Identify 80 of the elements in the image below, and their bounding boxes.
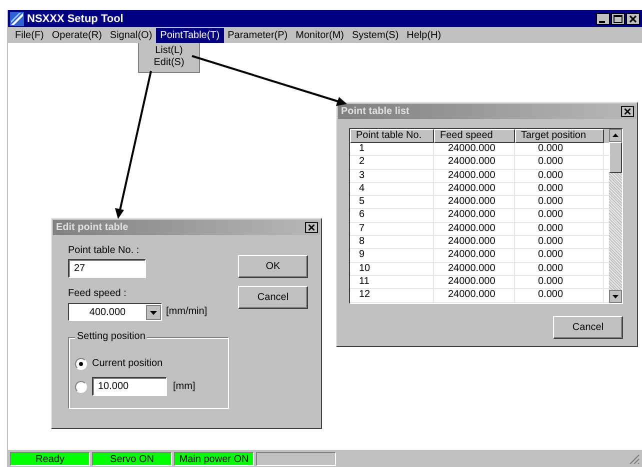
- table-cell: 24000.000: [434, 262, 515, 275]
- table-cell: 0.000: [515, 262, 604, 275]
- position-field[interactable]: 10.000: [92, 377, 167, 396]
- table-cell: 9: [350, 249, 434, 262]
- menu-item[interactable]: Help(H): [402, 28, 446, 42]
- menu-item[interactable]: Monitor(M): [292, 28, 348, 42]
- menu-item[interactable]: File(F): [11, 28, 48, 42]
- close-icon[interactable]: [626, 12, 640, 24]
- status-panel: Servo ON: [92, 452, 172, 466]
- table-cell: 24000.000: [434, 276, 515, 288]
- unit-label: [mm/min]: [166, 306, 208, 318]
- table-cell: 0.000: [515, 222, 604, 236]
- table-cell: 24000.000: [434, 143, 515, 156]
- table-cell: 2: [350, 156, 434, 169]
- app-icon: [10, 12, 24, 26]
- table-cell: 1: [350, 143, 434, 156]
- table-cell: 24000.000: [434, 209, 515, 222]
- ok-button[interactable]: OK: [238, 255, 308, 278]
- table-cell: 24000.000: [434, 289, 515, 302]
- radio-button[interactable]: [75, 380, 87, 392]
- speed-dropdown[interactable]: 400.000: [68, 303, 162, 321]
- option-label: Current position: [92, 358, 163, 369]
- table-cell: 6: [350, 209, 434, 222]
- table-cell: 7: [350, 222, 434, 236]
- table-cell: 0.000: [515, 156, 604, 169]
- table-cell: 0.000: [515, 170, 604, 182]
- column-header[interactable]: Feed speed: [434, 129, 515, 143]
- scrollbar[interactable]: [609, 129, 622, 303]
- cancel-button[interactable]: Cancel: [553, 316, 623, 339]
- table-cell: 0.000: [515, 289, 604, 302]
- field-label: Point table No. :: [68, 245, 140, 257]
- table-cell: 0.000: [515, 143, 604, 156]
- table-cell: 10: [350, 262, 434, 275]
- window-title: NSXXX Setup Tool: [27, 12, 124, 24]
- menu-item[interactable]: Edit(S): [154, 57, 184, 69]
- scroll-thumb[interactable]: [609, 142, 622, 173]
- resize-grip-icon[interactable]: [628, 452, 640, 464]
- table-cell: 24000.000: [434, 222, 515, 236]
- maximize-icon[interactable]: [611, 12, 625, 24]
- column-header[interactable]: Target position: [515, 129, 604, 143]
- column-header[interactable]: Point table No.: [350, 129, 434, 143]
- table-cell: 24000.000: [434, 236, 515, 248]
- table-cell: 4: [350, 182, 434, 196]
- table-cell: 3: [350, 170, 434, 182]
- close-icon[interactable]: [305, 222, 318, 233]
- status-panel: Main power ON: [174, 452, 254, 466]
- menu-item[interactable]: System(S): [348, 28, 403, 42]
- table-cell: 0.000: [515, 182, 604, 196]
- close-icon[interactable]: [621, 106, 634, 117]
- unit-label: [mm]: [173, 380, 196, 392]
- menu-item[interactable]: Signal(O): [106, 28, 156, 42]
- table-cell: 0.000: [515, 249, 604, 262]
- field-label: Feed speed :: [68, 288, 126, 300]
- table-cell: 0.000: [515, 196, 604, 208]
- menu-item[interactable]: List(L): [155, 45, 183, 57]
- table-cell: 11: [350, 276, 434, 288]
- group-title: Setting position: [75, 331, 148, 343]
- dialog-title: Point table list: [341, 106, 410, 117]
- table-cell: 24000.000: [434, 170, 515, 182]
- menu-item[interactable]: Parameter(P): [224, 28, 292, 42]
- menu-item[interactable]: Operate(R): [48, 28, 106, 42]
- table-cell: 5: [350, 196, 434, 208]
- menu-item[interactable]: PointTable(T): [156, 28, 224, 42]
- table-cell: 24000.000: [434, 156, 515, 169]
- dialog-title: Edit point table: [56, 222, 130, 233]
- number-field[interactable]: 27: [68, 259, 146, 278]
- table-cell: 24000.000: [434, 182, 515, 196]
- cancel-button[interactable]: Cancel: [238, 286, 308, 309]
- table-cell: 24000.000: [434, 196, 515, 208]
- scroll-down-icon[interactable]: [609, 290, 622, 303]
- table-cell: 8: [350, 236, 434, 248]
- status-panel: Ready: [10, 452, 90, 466]
- table-cell: 0.000: [515, 209, 604, 222]
- table-cell: 0.000: [515, 236, 604, 248]
- scroll-up-icon[interactable]: [609, 129, 622, 142]
- radio-button[interactable]: [75, 358, 87, 370]
- table-cell: 24000.000: [434, 249, 515, 262]
- table-cell: 12: [350, 289, 434, 302]
- minimize-icon[interactable]: [596, 12, 610, 24]
- table-cell: 0.000: [515, 276, 604, 288]
